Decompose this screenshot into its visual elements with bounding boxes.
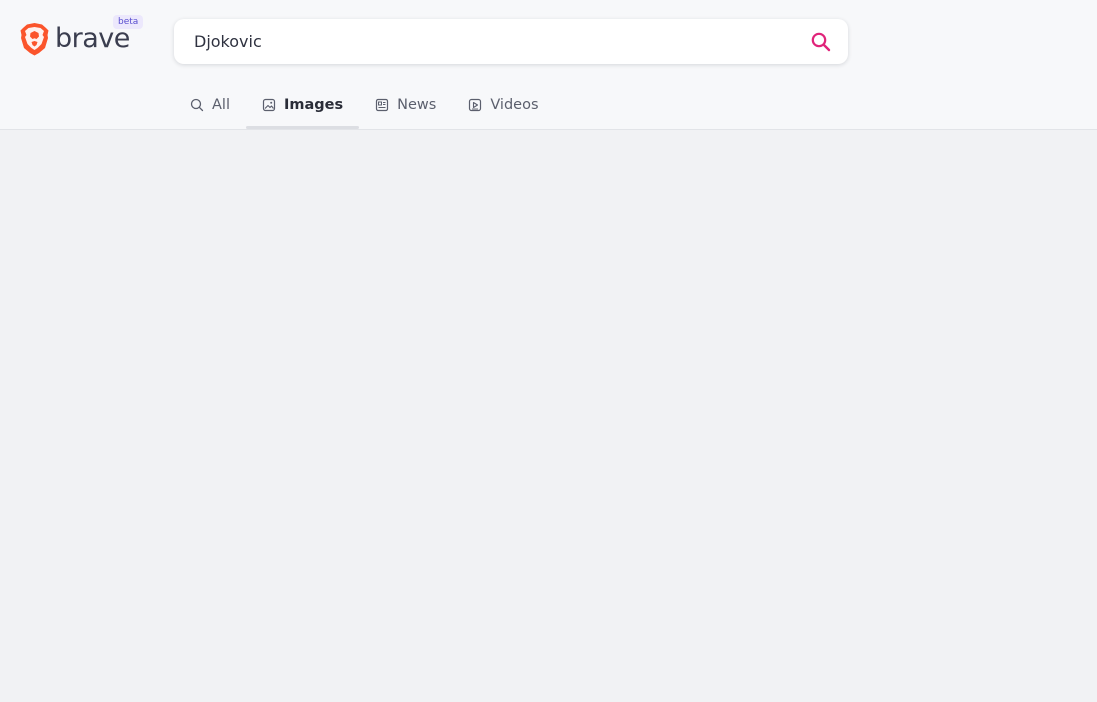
- tab-all[interactable]: All: [174, 83, 246, 127]
- tab-images[interactable]: Images: [245, 83, 360, 129]
- brave-lion-icon: [20, 23, 49, 56]
- search-submit-button[interactable]: [810, 31, 832, 53]
- search-icon: [190, 98, 204, 112]
- search-icon: [811, 32, 831, 52]
- search-input[interactable]: [194, 19, 794, 64]
- brave-logo[interactable]: brave beta: [20, 15, 145, 60]
- tab-news[interactable]: News: [359, 83, 452, 127]
- tab-label: News: [397, 97, 437, 113]
- search-tabs: All Images News Videos: [174, 83, 555, 130]
- search-box: [174, 19, 848, 64]
- tab-label: All: [212, 97, 230, 113]
- tab-label: Images: [283, 97, 344, 113]
- tab-label: Videos: [490, 97, 539, 113]
- header: brave beta All Images: [0, 0, 1097, 130]
- news-icon: [376, 98, 389, 112]
- video-icon: [469, 98, 482, 112]
- results-area: [0, 130, 1097, 702]
- tab-videos[interactable]: Videos: [452, 83, 554, 127]
- image-icon: [262, 98, 276, 112]
- beta-badge: beta: [113, 15, 144, 29]
